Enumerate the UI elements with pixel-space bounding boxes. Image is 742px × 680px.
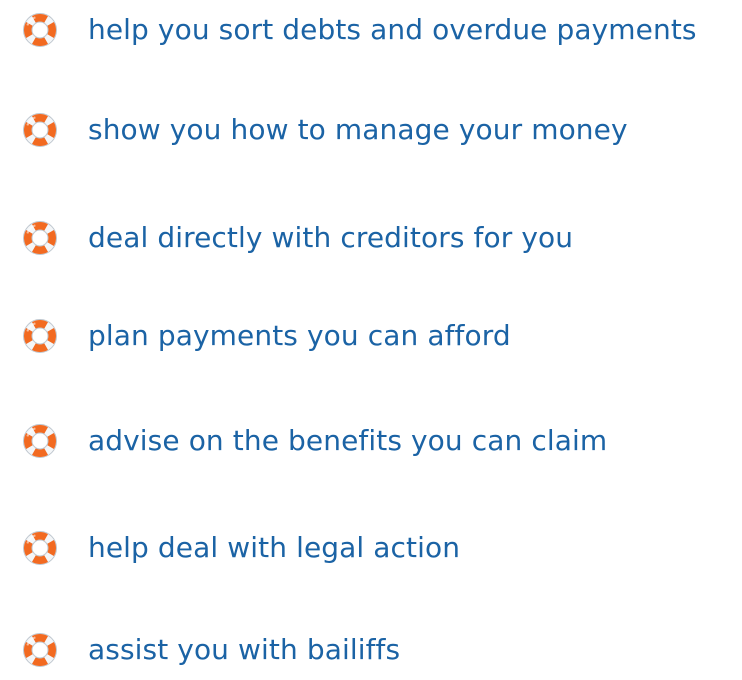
list-item: deal directly with creditors for you bbox=[0, 208, 742, 268]
list-item-label: plan payments you can afford bbox=[88, 319, 511, 352]
lifebuoy-icon bbox=[23, 319, 57, 353]
lifebuoy-icon bbox=[23, 531, 57, 565]
lifebuoy-icon bbox=[23, 113, 57, 147]
services-list: help you sort debts and overdue payments… bbox=[0, 0, 742, 668]
lifebuoy-icon bbox=[23, 424, 57, 458]
list-item: show you how to manage your money bbox=[0, 100, 742, 160]
list-item-label: advise on the benefits you can claim bbox=[88, 424, 608, 457]
list-item-label: help you sort debts and overdue payments bbox=[88, 13, 697, 46]
list-item: assist you with bailiffs bbox=[0, 620, 742, 680]
list-item: help you sort debts and overdue payments bbox=[0, 0, 742, 60]
lifebuoy-icon bbox=[23, 633, 57, 667]
list-item-label: show you how to manage your money bbox=[88, 113, 628, 146]
list-item: help deal with legal action bbox=[0, 518, 742, 578]
list-item-label: deal directly with creditors for you bbox=[88, 221, 574, 254]
list-item-label: help deal with legal action bbox=[88, 531, 461, 564]
lifebuoy-icon bbox=[23, 13, 57, 47]
list-item: advise on the benefits you can claim bbox=[0, 411, 742, 471]
list-item-label: assist you with bailiffs bbox=[88, 633, 401, 666]
lifebuoy-icon bbox=[23, 221, 57, 255]
list-item: plan payments you can afford bbox=[0, 306, 742, 366]
